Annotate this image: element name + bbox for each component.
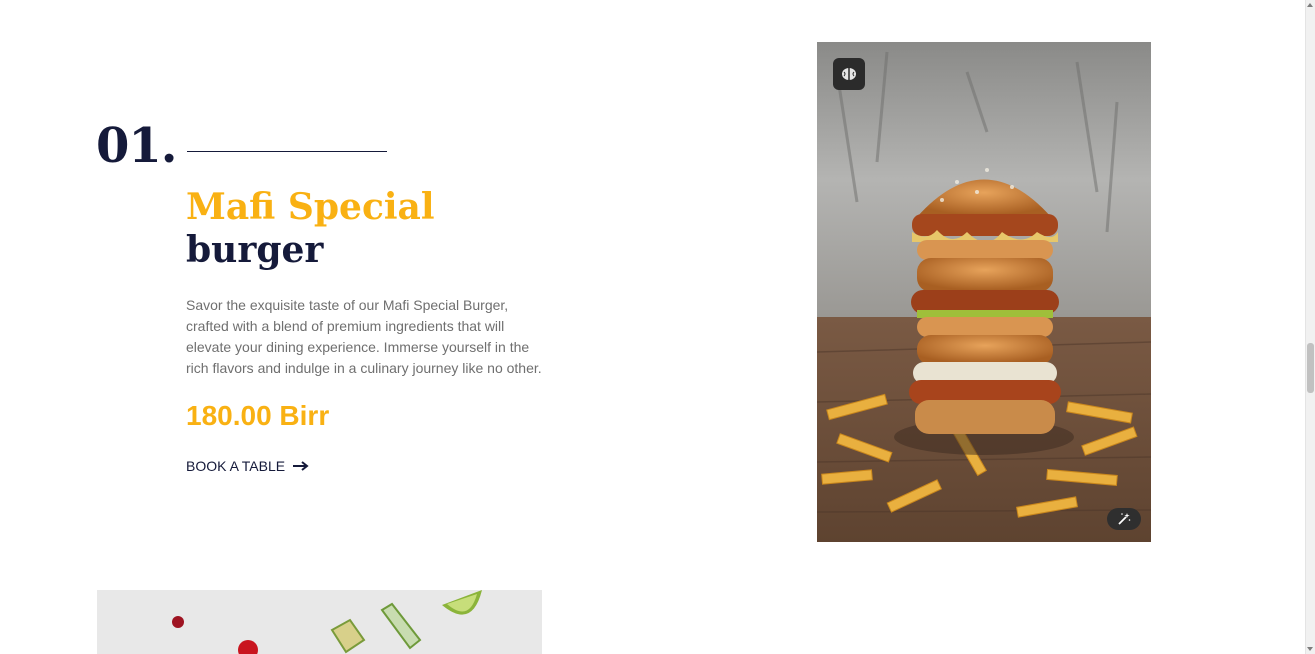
scrollbar-thumb[interactable] <box>1307 343 1314 393</box>
arrow-right-icon <box>293 461 309 471</box>
brain-icon <box>842 68 856 80</box>
brain-icon-button[interactable] <box>833 58 865 90</box>
item-title-rest: burger <box>186 229 324 271</box>
scroll-up-arrow-icon[interactable] <box>1307 3 1313 7</box>
item-price: 180.00 Birr <box>186 400 330 431</box>
item-title-highlight: Mafi Special <box>186 186 435 228</box>
item-description: Savor the exquisite taste of our Mafi Sp… <box>186 297 542 376</box>
scroll-down-arrow-icon[interactable] <box>1307 647 1313 651</box>
page-scrollbar[interactable] <box>1305 0 1315 654</box>
magic-wand-button[interactable] <box>1107 508 1141 530</box>
fruit-image <box>97 590 542 654</box>
title-divider <box>187 151 387 152</box>
burger-image <box>817 42 1151 542</box>
burger-illustration <box>817 42 1151 542</box>
item-number: 01. <box>96 118 178 174</box>
item-title: Mafi Special burger <box>186 186 435 272</box>
magic-wand-icon <box>1118 513 1131 525</box>
book-table-link[interactable]: BOOK A TABLE <box>186 458 309 474</box>
fruit-illustration <box>97 590 542 654</box>
book-table-label: BOOK A TABLE <box>186 458 286 474</box>
